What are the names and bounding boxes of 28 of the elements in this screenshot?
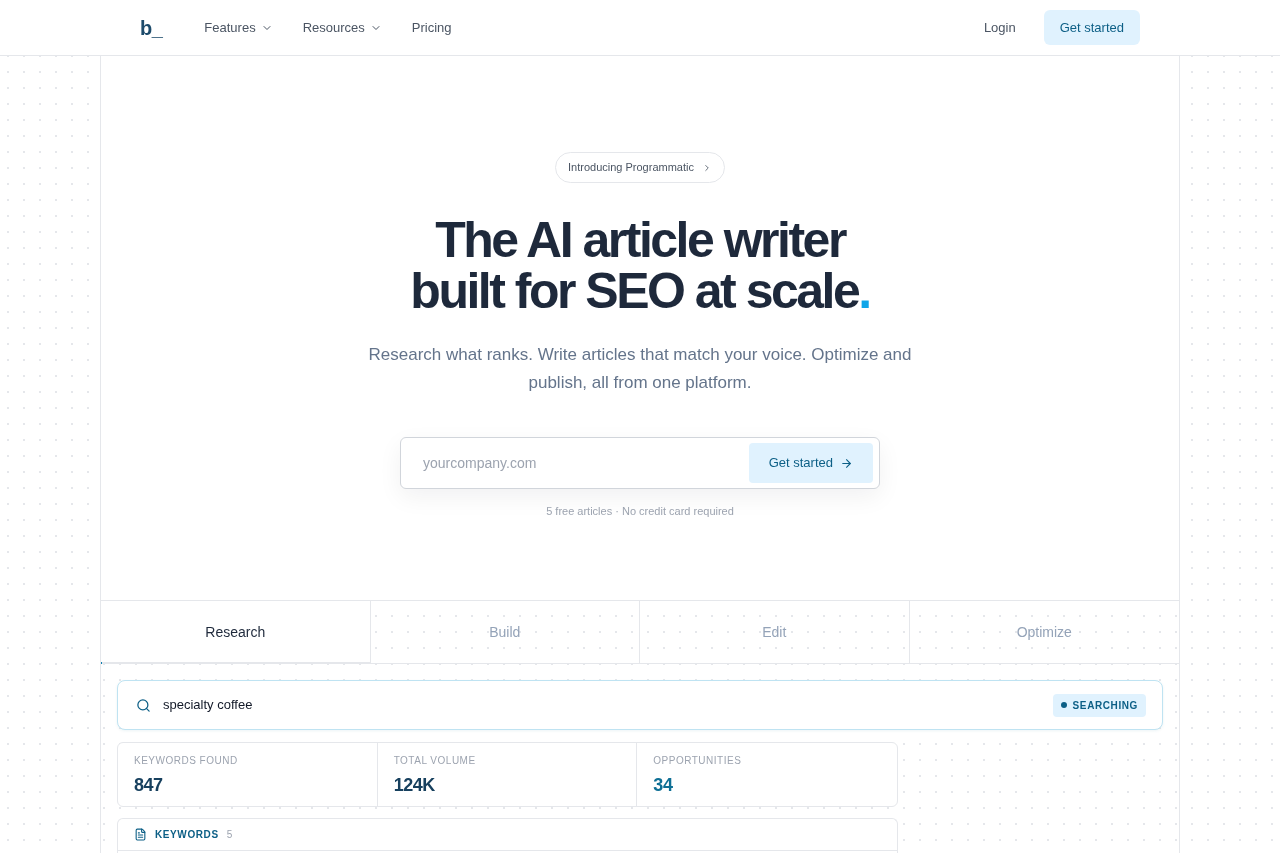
logo[interactable]: b_ <box>140 17 163 38</box>
signup-button[interactable]: Get started <box>748 443 873 483</box>
arrow-right-icon <box>840 456 853 470</box>
nav-link[interactable]: Resources <box>302 17 382 38</box>
feature-tab[interactable]: Research <box>101 601 371 663</box>
document-icon <box>134 828 147 841</box>
search-query: specialty coffee <box>163 696 253 715</box>
stat-value: 124K <box>393 774 436 797</box>
search-field[interactable]: specialty coffee SEARCHING <box>117 680 1163 730</box>
stat-value: 34 <box>653 774 674 797</box>
status-text: SEARCHING <box>1072 698 1138 713</box>
search-icon <box>136 697 151 713</box>
stat-value: 847 <box>134 774 164 797</box>
login-link[interactable]: Login <box>983 17 1016 38</box>
keywords-count: 5 <box>226 828 233 842</box>
keywords-title: KEYWORDS <box>155 828 219 842</box>
hero-subtitle: Research what ranks. Write articles that match your voice. Optimize and publish, all from one platform. <box>367 344 913 394</box>
signup-note: 5 free articles · No credit card required <box>546 504 734 519</box>
get-started-button[interactable]: Get started <box>1043 10 1140 45</box>
signup-form[interactable]: yourcompany.com Get started <box>400 437 880 489</box>
announcement-pill[interactable]: Introducing Programmatic <box>555 152 725 183</box>
hero-heading: The AI article writer built for SEO at scale. <box>410 215 870 317</box>
stat-label: TOTAL VOLUME <box>393 755 477 767</box>
nav-link[interactable]: Features <box>204 17 273 38</box>
domain-input[interactable]: yourcompany.com <box>423 438 749 488</box>
nav-link[interactable]: Pricing <box>411 17 452 38</box>
stat-label: KEYWORDS FOUND <box>134 755 239 767</box>
stat-label: OPPORTUNITIES <box>653 755 743 767</box>
